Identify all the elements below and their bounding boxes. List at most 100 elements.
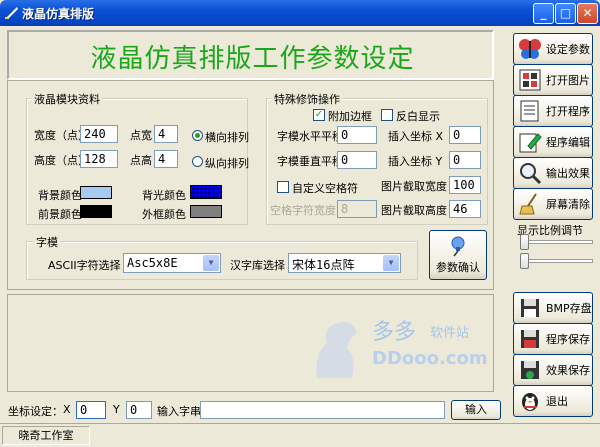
confirm-button[interactable]: 参数确认 [429, 230, 487, 280]
hz-select[interactable]: 宋体16点阵 ▼ [288, 253, 401, 273]
title-bar[interactable]: 液晶仿真排版 _ □ ✕ [0, 0, 600, 26]
hz-select-label: 汉字库选择 [230, 259, 285, 272]
insert-y-label: 插入坐标 Y [388, 155, 443, 168]
vertical-label: 纵向排列 [205, 157, 249, 170]
edit-program-button-label: 程序编辑 [546, 136, 590, 149]
fg-color-swatch[interactable] [80, 205, 112, 218]
frame-color-label: 外框颜色 [142, 208, 186, 221]
image-grid-icon [518, 68, 542, 92]
output-effect-button-label: 输出效果 [546, 167, 590, 180]
header-box: 液晶仿真排版工作参数设定 [7, 30, 494, 80]
edit-pen-icon [518, 130, 542, 154]
lcd-module-group-label: 液晶模块资料 [32, 91, 102, 107]
bmp-save-button-label: BMP存盘 [546, 302, 592, 315]
insert-x-field[interactable]: 0 [449, 126, 481, 144]
insert-y-field[interactable]: 0 [449, 151, 481, 169]
scale-slider-y[interactable] [521, 259, 593, 263]
pushpin-icon [447, 235, 469, 257]
scale-slider-y-thumb[interactable] [520, 253, 529, 269]
dot-width-label: 点宽 [130, 129, 152, 142]
font-v-offset-field[interactable]: 0 [337, 151, 377, 169]
coord-y-field[interactable]: 0 [126, 401, 152, 419]
butterfly-icon [518, 37, 542, 61]
ascii-select[interactable]: Asc5x8E ▼ [123, 253, 221, 273]
img-height-field[interactable]: 46 [449, 200, 481, 218]
app-icon [4, 5, 19, 20]
clear-screen-button[interactable]: 屏幕清除 [513, 188, 593, 220]
img-width-label: 图片截取宽度 [381, 180, 447, 193]
effect-save-button[interactable]: 效果保存 [513, 354, 593, 386]
chevron-down-icon[interactable]: ▼ [203, 255, 219, 271]
horse-logo-icon [302, 308, 372, 391]
img-width-field[interactable]: 100 [449, 176, 481, 194]
scale-slider-x-thumb[interactable] [520, 234, 529, 250]
y-label: Y [113, 403, 120, 416]
open-image-button[interactable]: 打开图片 [513, 64, 593, 96]
save-disk-icon [518, 327, 542, 351]
dot-width-field[interactable]: 4 [154, 125, 178, 143]
scale-slider-x[interactable] [521, 240, 593, 244]
input-string-label: 输入字串 [157, 405, 201, 418]
bg-color-swatch[interactable] [80, 186, 112, 199]
clear-screen-button-label: 屏幕清除 [546, 198, 590, 211]
ascii-select-value: Asc5x8E [127, 256, 178, 270]
font-h-offset-label: 字模水平平移 [277, 130, 343, 143]
watermark-line3: DDooo.com [372, 348, 488, 369]
close-button[interactable]: ✕ [577, 3, 598, 24]
coord-x-field[interactable]: 0 [76, 401, 106, 419]
bmp-save-button[interactable]: BMP存盘 [513, 292, 593, 324]
invert-display-label: 反白显示 [396, 110, 440, 123]
special-group-label: 特殊修饰操作 [272, 91, 342, 107]
custom-space-checkbox[interactable] [277, 181, 289, 193]
output-effect-button[interactable]: 输出效果 [513, 157, 593, 189]
status-bar [0, 423, 600, 447]
font-group-label: 字模 [34, 234, 60, 250]
vertical-radio[interactable] [192, 156, 203, 167]
backlight-color-label: 背光颜色 [142, 189, 186, 202]
save-apple-icon [518, 358, 542, 382]
settings-button-label: 设定参数 [546, 43, 590, 56]
add-border-label: 附加边框 [328, 110, 372, 123]
broom-icon [518, 192, 542, 216]
font-v-offset-label: 字模垂直平移 [277, 155, 343, 168]
add-border-checkbox[interactable]: ✓ [313, 109, 325, 121]
custom-space-label: 自定义空格符 [292, 182, 358, 195]
page-title: 液晶仿真排版工作参数设定 [90, 44, 415, 74]
width-field[interactable]: 240 [80, 125, 118, 143]
ascii-select-label: ASCII字符选择 [48, 259, 121, 272]
effect-save-button-label: 效果保存 [546, 364, 590, 377]
watermark-line2: 软件站 [430, 326, 470, 341]
program-save-button[interactable]: 程序保存 [513, 323, 593, 355]
minimize-button[interactable]: _ [533, 3, 554, 24]
frame-color-swatch[interactable] [190, 205, 222, 218]
x-label: X [63, 403, 71, 416]
watermark-line1: 多多 [372, 320, 417, 345]
magnifier-icon [518, 161, 542, 185]
open-image-button-label: 打开图片 [546, 74, 590, 87]
settings-button[interactable]: 设定参数 [513, 33, 593, 65]
horizontal-radio[interactable] [192, 130, 203, 141]
dot-height-label: 点高 [130, 154, 152, 167]
chevron-down-icon[interactable]: ▼ [383, 255, 399, 271]
hz-select-value: 宋体16点阵 [292, 258, 355, 272]
edit-program-button[interactable]: 程序编辑 [513, 126, 593, 158]
backlight-color-swatch[interactable] [190, 185, 222, 199]
confirm-button-label: 参数确认 [436, 261, 480, 274]
input-string-field[interactable] [200, 401, 445, 419]
program-file-icon [518, 99, 542, 123]
invert-display-checkbox[interactable] [381, 109, 393, 121]
dot-height-field[interactable]: 4 [154, 150, 178, 168]
font-h-offset-field[interactable]: 0 [337, 126, 377, 144]
maximize-button[interactable]: □ [555, 3, 576, 24]
open-program-button[interactable]: 打开程序 [513, 95, 593, 127]
window-title: 液晶仿真排版 [22, 7, 95, 21]
horizontal-label: 横向排列 [205, 131, 249, 144]
fg-color-label: 前景颜色 [38, 208, 82, 221]
space-width-field[interactable]: 8 [337, 200, 377, 218]
exit-penguin-icon [518, 389, 542, 413]
exit-button[interactable]: 退出 [513, 385, 593, 417]
height-field[interactable]: 128 [80, 150, 118, 168]
input-button[interactable]: 输入 [451, 400, 501, 420]
space-width-label: 空格字符宽度 [270, 204, 336, 217]
img-height-label: 图片截取高度 [381, 204, 447, 217]
